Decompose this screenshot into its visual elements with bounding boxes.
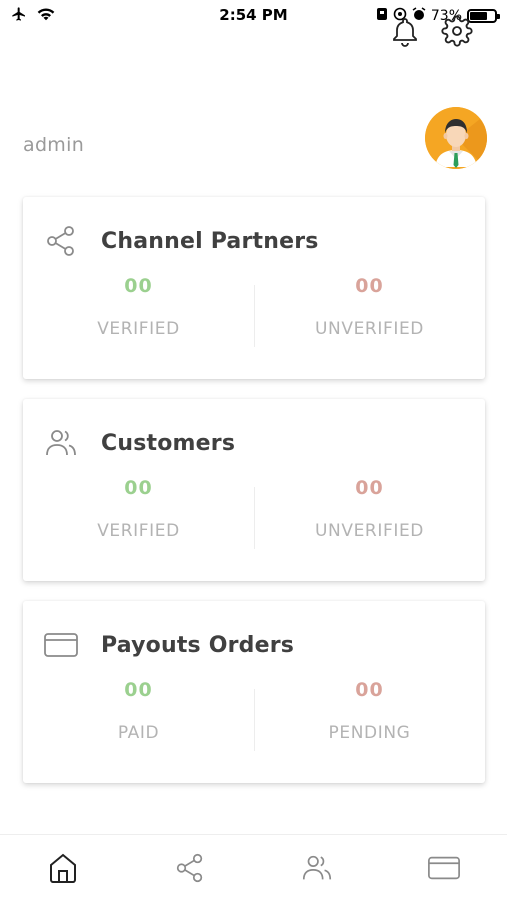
stat-value: 00 — [124, 679, 153, 701]
users-icon — [300, 851, 334, 885]
card-icon — [427, 851, 461, 885]
avatar[interactable] — [425, 107, 487, 169]
bell-icon[interactable] — [389, 15, 421, 47]
stat-label: PENDING — [328, 723, 411, 743]
card-title: Customers — [101, 430, 236, 456]
home-icon — [46, 851, 80, 885]
stat-label: VERIFIED — [97, 319, 180, 339]
card-title: Channel Partners — [101, 228, 319, 254]
unverified-stat: 00 UNVERIFIED — [254, 477, 485, 541]
bottom-nav — [0, 834, 507, 900]
stat-label: PAID — [117, 723, 160, 743]
users-icon — [43, 425, 79, 461]
channel-partners-card[interactable]: Channel Partners 00 VERIFIED 00 UNVERIFI… — [23, 197, 485, 379]
card-title: Payouts Orders — [101, 632, 295, 658]
nav-item-payouts[interactable] — [380, 835, 507, 900]
stat-value: 00 — [124, 477, 153, 499]
nav-item-home[interactable] — [0, 835, 127, 900]
stat-label: UNVERIFIED — [315, 521, 424, 541]
payouts-orders-card[interactable]: Payouts Orders 00 PAID 00 PENDING — [23, 601, 485, 783]
pending-stat: 00 PENDING — [254, 679, 485, 743]
nav-item-channel-partners[interactable] — [127, 835, 254, 900]
stat-value: 00 — [355, 477, 384, 499]
user-name: admin — [23, 134, 85, 156]
stat-value: 00 — [355, 679, 384, 701]
stat-label: UNVERIFIED — [315, 319, 424, 339]
paid-stat: 00 PAID — [23, 679, 254, 743]
share-icon — [43, 223, 79, 259]
stat-label: VERIFIED — [97, 521, 180, 541]
gear-icon[interactable] — [441, 15, 473, 47]
header-actions — [389, 15, 473, 47]
card-icon — [43, 627, 79, 663]
user-row: admin — [0, 104, 507, 174]
unverified-stat: 00 UNVERIFIED — [254, 275, 485, 339]
verified-stat: 00 VERIFIED — [23, 477, 254, 541]
verified-stat: 00 VERIFIED — [23, 275, 254, 339]
share-icon — [173, 851, 207, 885]
stat-value: 00 — [355, 275, 384, 297]
nav-item-customers[interactable] — [254, 835, 381, 900]
stat-value: 00 — [124, 275, 153, 297]
customers-card[interactable]: Customers 00 VERIFIED 00 UNVERIFIED — [23, 399, 485, 581]
